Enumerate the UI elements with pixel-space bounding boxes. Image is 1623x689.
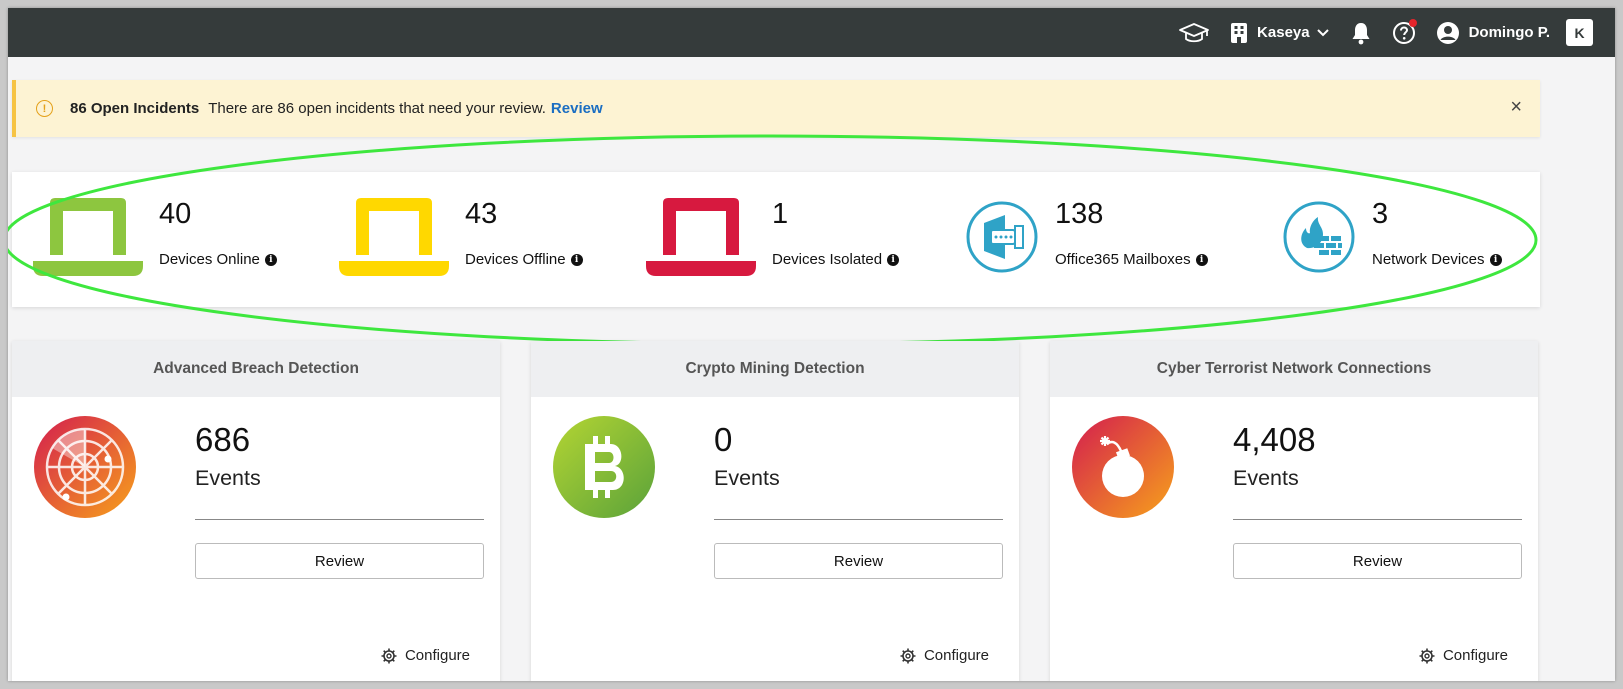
configure-label: Configure (1442, 647, 1508, 664)
card-title: Cyber Terrorist Network Connections (1050, 341, 1538, 397)
graduation-cap-icon (1179, 22, 1209, 42)
card-title: Crypto Mining Detection (531, 341, 1019, 397)
laptop-icon (646, 198, 756, 276)
alert-message: There are 86 open incidents that need yo… (208, 100, 546, 117)
review-button[interactable]: Review (1233, 543, 1522, 579)
card-advanced-breach-detection: Advanced Breach Detection 686 Events Rev… (12, 341, 500, 681)
kaseya-logo[interactable]: K (1566, 19, 1593, 46)
info-glyph: i (269, 254, 273, 265)
info-icon[interactable]: i (1195, 253, 1208, 266)
configure-link[interactable]: Configure (381, 647, 470, 664)
chevron-down-icon (1316, 28, 1329, 36)
stat-label-text: Devices Online (159, 251, 260, 268)
stat-label-text: Office365 Mailboxes (1055, 251, 1191, 268)
stat-label-text: Devices Isolated (772, 251, 883, 268)
alert-close-icon[interactable]: × (1510, 96, 1522, 119)
logo-text: K (1574, 24, 1585, 41)
user-circle-icon (1436, 21, 1459, 44)
user-menu[interactable]: Domingo P. (1436, 21, 1550, 45)
info-glyph: i (1199, 254, 1204, 265)
card-unit: Events (1233, 466, 1299, 490)
info-icon[interactable]: i (264, 253, 277, 266)
notifications-button[interactable] (1350, 21, 1372, 45)
top-bar: Kaseya Domingo P. K (8, 8, 1615, 57)
stat-label-text: Network Devices (1372, 251, 1485, 268)
info-icon[interactable]: i (887, 253, 900, 266)
gear-icon (900, 648, 916, 663)
configure-label: Configure (923, 647, 989, 664)
stat-value: 40 (159, 198, 192, 230)
card-cyber-terrorist-network-connections: Cyber Terrorist Network Connections 4,40… (1050, 341, 1538, 681)
stat-value: 138 (1055, 198, 1104, 230)
card-crypto-mining-detection: Crypto Mining Detection 0 Events Review … (531, 341, 1019, 681)
office365-mailbox-icon (966, 201, 1038, 273)
stat-value: 43 (465, 198, 498, 230)
warning-icon: ! (36, 100, 53, 117)
stat-value: 3 (1372, 198, 1389, 230)
bitcoin-icon (553, 416, 655, 518)
alert-review-link[interactable]: Review (551, 100, 603, 117)
device-stats: 40 Devices Online i 43 Devices Offline i 1… (12, 172, 1540, 307)
stat-value: 1 (772, 198, 789, 230)
configure-link[interactable]: Configure (900, 647, 989, 664)
stat-label: Devices Offline i (465, 251, 583, 268)
firewall-icon (1283, 201, 1355, 273)
review-button[interactable]: Review (195, 543, 484, 579)
gear-icon (1419, 648, 1435, 663)
laptop-icon (339, 198, 449, 276)
card-value: 4,408 (1233, 421, 1316, 458)
alert-title: 86 Open Incidents (70, 100, 200, 117)
card-title: Advanced Breach Detection (12, 341, 500, 397)
radar-icon (34, 416, 136, 518)
card-value: 686 (195, 421, 251, 458)
organization-name: Kaseya (1257, 24, 1310, 41)
app-window: Kaseya Domingo P. K ! 86 Open Incidents … (8, 8, 1615, 681)
info-glyph: i (574, 254, 579, 265)
bell-icon (1352, 22, 1370, 44)
building-icon (1231, 22, 1248, 43)
stat-label: Devices Online i (159, 251, 277, 268)
card-divider (714, 519, 1003, 520)
configure-link[interactable]: Configure (1419, 647, 1508, 664)
card-divider (195, 519, 484, 520)
bomb-icon (1072, 416, 1174, 518)
incidents-alert: ! 86 Open Incidents There are 86 open in… (12, 80, 1540, 137)
stat-label: Network Devices i (1372, 251, 1502, 268)
gear-icon (381, 648, 397, 663)
card-unit: Events (195, 466, 261, 490)
card-divider (1233, 519, 1522, 520)
review-button[interactable]: Review (714, 543, 1003, 579)
stat-label: Devices Isolated i (772, 251, 900, 268)
user-name: Domingo P. (1468, 24, 1550, 41)
card-unit: Events (714, 466, 780, 490)
configure-label: Configure (404, 647, 470, 664)
training-button[interactable] (1178, 22, 1210, 44)
info-glyph: i (1493, 254, 1498, 265)
warning-glyph: ! (42, 102, 47, 115)
stat-label: Office365 Mailboxes i (1055, 251, 1208, 268)
organization-selector[interactable]: Kaseya (1230, 22, 1330, 44)
info-icon[interactable]: i (570, 253, 583, 266)
info-icon[interactable]: i (1489, 253, 1502, 266)
info-glyph: i (891, 254, 895, 265)
help-button[interactable] (1392, 18, 1417, 45)
card-value: 0 (714, 421, 733, 458)
stat-label-text: Devices Offline (465, 251, 566, 268)
laptop-icon (33, 198, 143, 276)
help-notification-dot (1408, 18, 1417, 27)
